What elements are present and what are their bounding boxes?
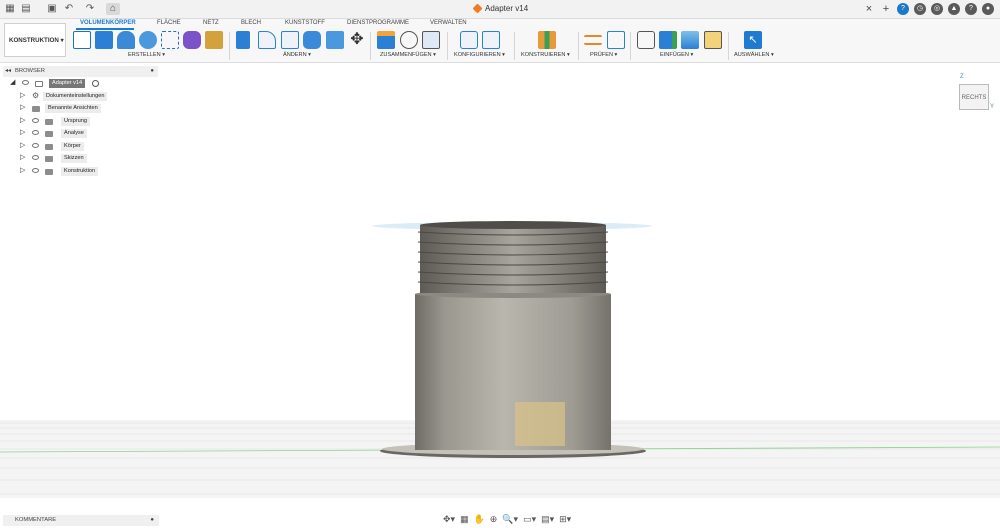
active-tab-indicator [76,28,134,30]
help-icon[interactable]: ? [897,3,909,15]
separator [229,32,230,60]
insert-svg-icon[interactable] [704,31,722,49]
zoom-window-icon[interactable]: 🔍▾ [502,514,518,525]
clock-icon[interactable]: ◷ [914,3,926,15]
separator [514,32,515,60]
globe-icon[interactable]: ◎ [931,3,943,15]
new-component-icon[interactable] [377,31,395,49]
view-cube[interactable]: Z RECHTS Y [957,74,994,116]
navigation-bar: ✥▾ ▦ ✋ ⊕ 🔍▾ ▭▾ ▤▾ ⊞▾ [443,514,571,525]
texture-icon[interactable] [205,31,223,49]
group-konstruieren[interactable]: KONSTRUIEREN ▾ [521,52,570,58]
group-pruefen[interactable]: PRÜFEN ▾ [590,52,617,58]
orbit-icon[interactable]: ✥▾ [443,514,455,525]
group-auswaehlen[interactable]: AUSWÄHLEN ▾ [734,52,774,58]
measure-icon[interactable] [584,35,602,45]
separator [578,32,579,60]
close-icon[interactable]: × [863,3,875,15]
grid-settings-icon[interactable]: ▤▾ [541,514,554,525]
select-icon[interactable]: ↖ [744,31,762,49]
fillet-icon[interactable] [258,31,276,49]
viewports-icon[interactable]: ⊞▾ [559,514,571,525]
separator [370,32,371,60]
insert-derive-icon[interactable] [637,31,655,49]
help-circle-icon[interactable]: ? [965,3,977,15]
section-analysis-icon[interactable] [607,31,625,49]
joint-icon[interactable] [400,31,418,49]
tab-blech[interactable]: BLECH [241,20,261,26]
home-icon[interactable]: ⌂ [106,3,120,15]
comments-panel[interactable]: KOMMENTARE ● [3,515,159,526]
document-title: Adapter v14 [472,3,528,14]
extrude-icon[interactable] [95,31,113,49]
insert-mesh-icon[interactable] [659,31,677,49]
offset-plane-icon[interactable] [538,31,556,49]
user-icon[interactable]: ● [982,3,994,15]
as-built-joint-icon[interactable] [422,31,440,49]
revolve-icon[interactable] [117,31,135,49]
insert-canvas-icon[interactable] [681,31,699,49]
ribbon-toolbar: KONSTRUKTION ▾ VOLUMENKÖRPER FLÄCHE NETZ… [0,19,1000,63]
tab-dienstprogramme[interactable]: DIENSTPROGRAMME [347,20,409,26]
separator [447,32,448,60]
group-konfigurieren[interactable]: KONFIGURIEREN ▾ [454,52,505,58]
tab-netz[interactable]: NETZ [203,20,219,26]
group-zusammenfuegen[interactable]: ZUSAMMENFÜGEN ▾ [380,52,436,58]
shell-icon[interactable] [303,31,321,49]
header-actions: × + ? ◷ ◎ ▲ ? ● [863,3,994,15]
group-aendern[interactable]: ÄNDERN ▾ [283,52,311,58]
canvas-viewport[interactable] [0,63,1000,508]
tab-verwalten[interactable]: VERWALTEN [430,20,467,26]
grid-icon[interactable]: ▦ [4,3,16,15]
combine-icon[interactable] [326,31,344,49]
press-pull-icon[interactable] [236,31,250,49]
plus-icon[interactable]: + [880,3,892,15]
file-icon[interactable]: ▤ [20,3,32,15]
document-icon [472,3,483,14]
group-erstellen[interactable]: ERSTELLEN ▾ [128,52,165,58]
redo-icon[interactable]: ↷ [84,3,96,15]
new-sketch-icon[interactable] [73,31,91,49]
save-icon[interactable]: ▣ [46,3,58,15]
group-einfuegen[interactable]: EINFÜGEN ▾ [660,52,693,58]
panel-pin-icon[interactable]: ● [150,515,154,526]
bell-icon[interactable]: ▲ [948,3,960,15]
title-bar: ▦ ▤ ▣ ↶ ↷ ⌂ Adapter v14 × + ? ◷ ◎ ▲ ? ● [0,0,1000,19]
tab-volumenkoerper[interactable]: VOLUMENKÖRPER [80,20,136,26]
look-at-icon[interactable]: ▦ [460,514,469,525]
move-icon[interactable]: ✥ [348,31,366,49]
configure-table-icon[interactable] [482,31,500,49]
loft-icon[interactable] [161,31,179,49]
undo-icon[interactable]: ↶ [63,3,75,15]
view-cube-face[interactable]: RECHTS [959,84,989,110]
tab-flaeche[interactable]: FLÄCHE [157,20,181,26]
form-icon[interactable] [183,31,201,49]
tab-kunststoff[interactable]: KUNSTSTOFF [285,20,325,26]
separator [728,32,729,60]
parameters-icon[interactable] [460,31,478,49]
sweep-icon[interactable] [139,31,157,49]
pan-icon[interactable]: ✋ [474,514,485,525]
display-settings-icon[interactable]: ▭▾ [523,514,536,525]
zoom-icon[interactable]: ⊕ [490,514,498,525]
chamfer-icon[interactable] [281,31,299,49]
separator [630,32,631,60]
workspace-dropdown[interactable]: KONSTRUKTION ▾ [4,23,66,57]
